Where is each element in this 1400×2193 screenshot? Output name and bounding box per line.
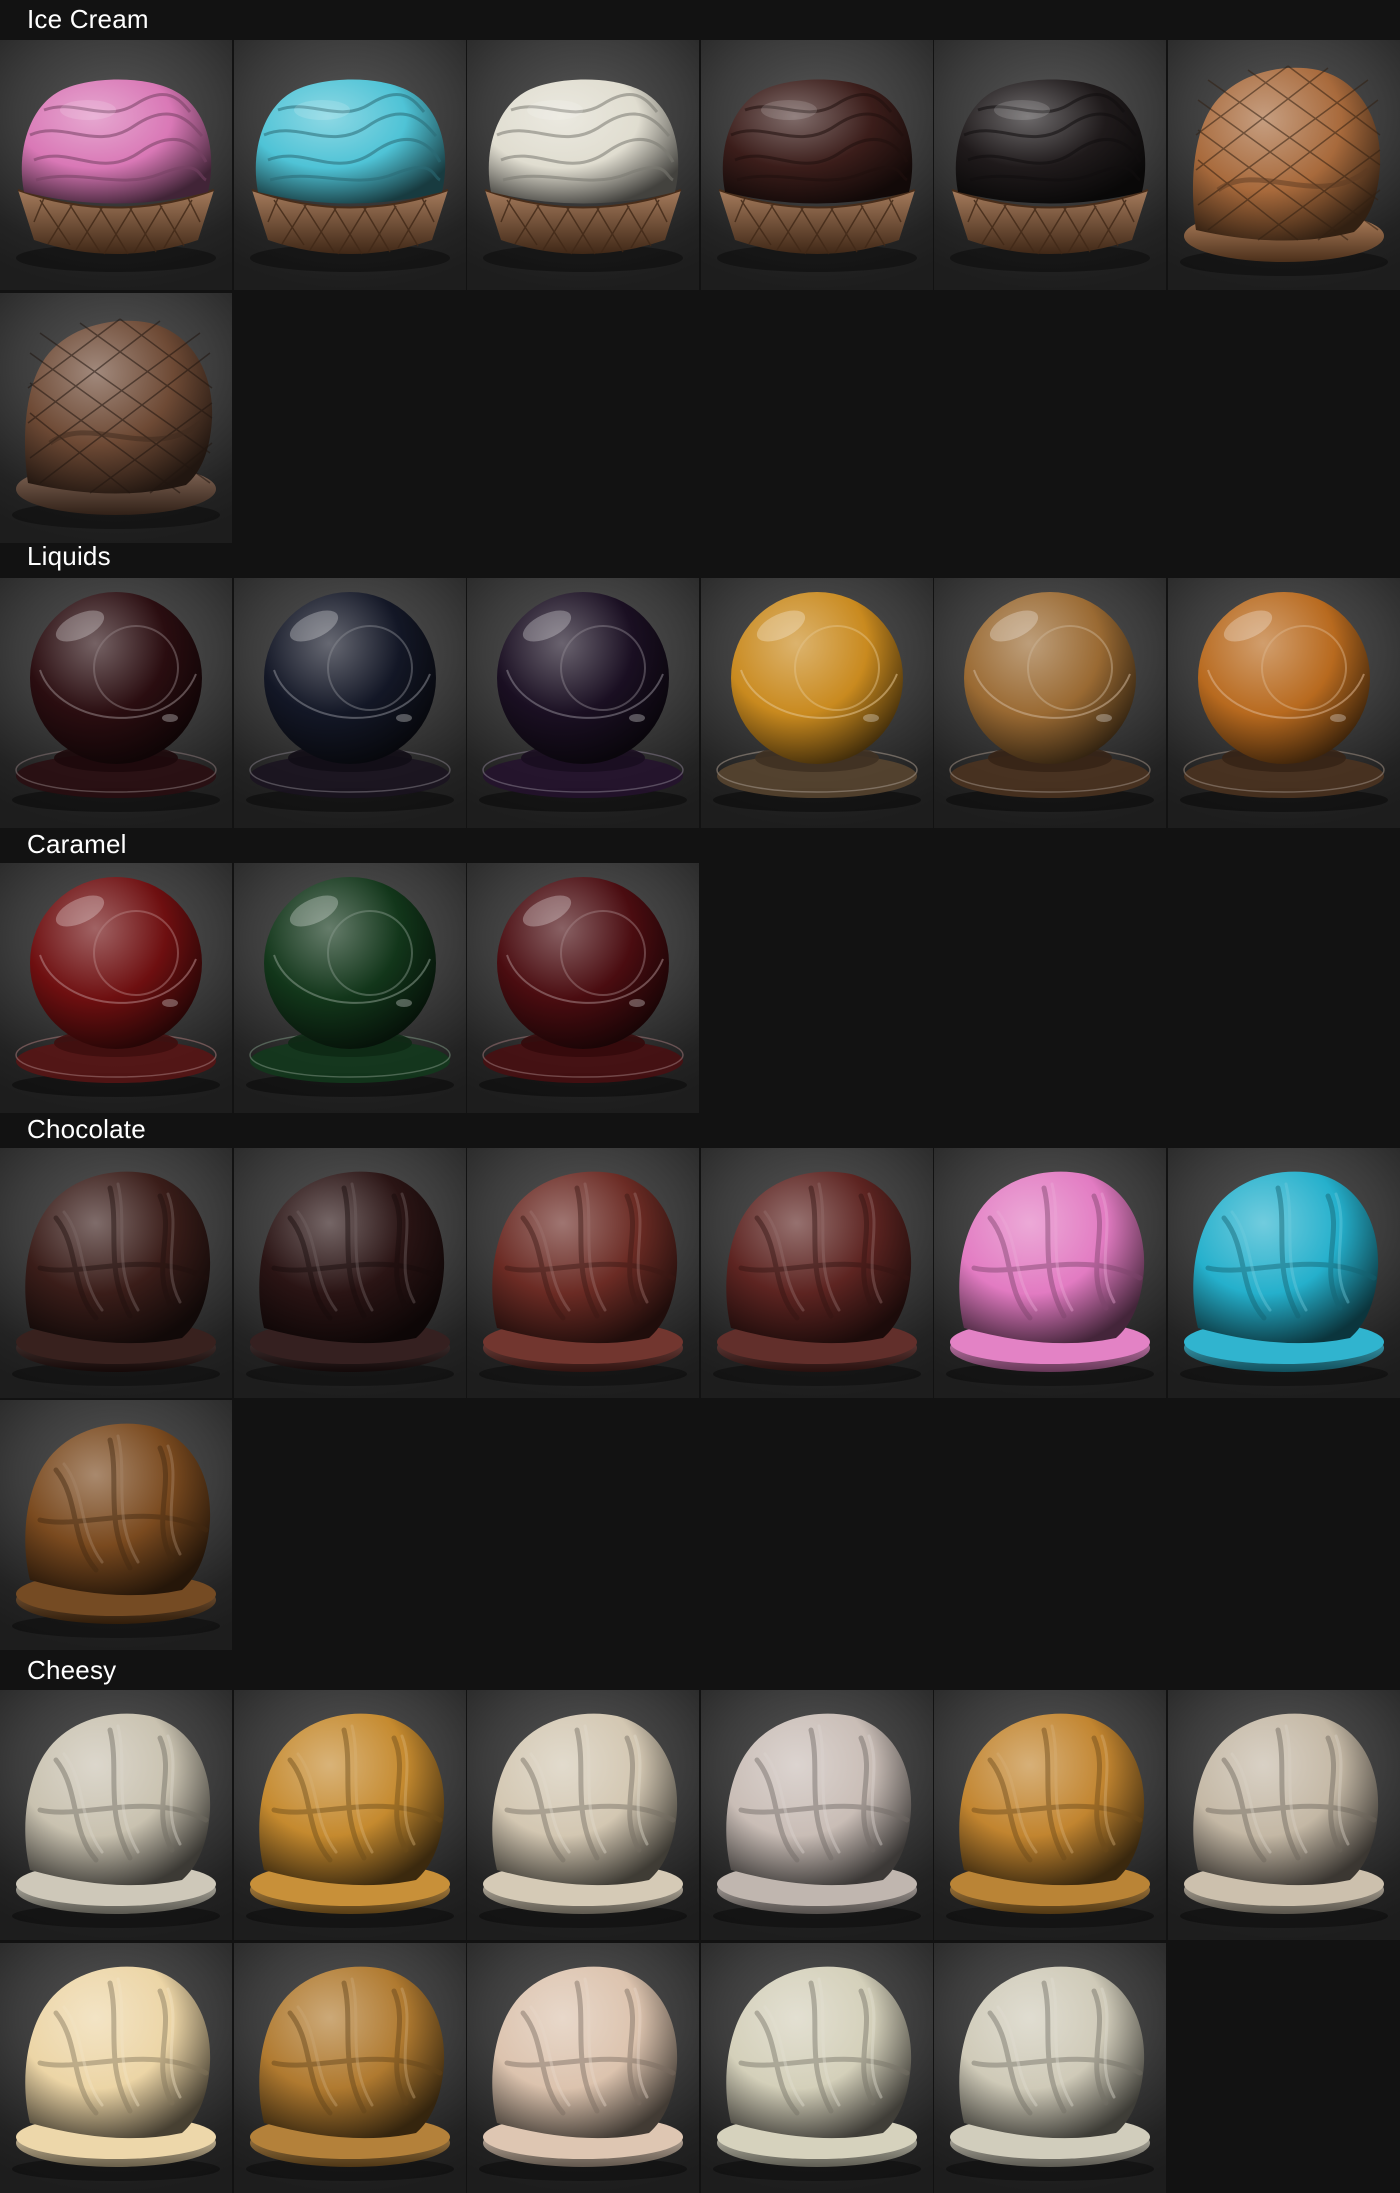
material-preview-render <box>946 1713 1154 1928</box>
material-swatch-liquids-2[interactable] <box>234 578 466 828</box>
material-swatch-ice-cream-1[interactable] <box>0 40 232 290</box>
material-preview-render <box>246 1966 454 2181</box>
material-preview-render <box>479 592 687 812</box>
material-swatch-ice-cream-2[interactable] <box>234 40 466 290</box>
material-preview-render <box>12 1713 220 1928</box>
material-preview-render <box>946 1966 1154 2181</box>
material-swatch-chocolate-5[interactable] <box>934 1148 1166 1398</box>
material-swatch-caramel-2[interactable] <box>234 863 466 1113</box>
material-preview-render <box>12 1966 220 2181</box>
material-preview-render <box>12 318 220 529</box>
material-swatch-cheesy-4[interactable] <box>701 1690 933 1940</box>
section-title-chocolate: Chocolate <box>27 1114 146 1144</box>
material-preview-render <box>246 877 454 1097</box>
material-preview-render <box>246 592 454 812</box>
material-library-sheet: Ice Cream Liquids Caramel Chocolate Chee… <box>0 0 1400 2193</box>
material-swatch-chocolate-6[interactable] <box>1168 1148 1400 1398</box>
material-preview-render <box>950 79 1150 272</box>
material-preview-render <box>483 79 683 272</box>
material-preview-render <box>246 1171 454 1386</box>
material-swatch-caramel-1[interactable] <box>0 863 232 1113</box>
material-swatch-liquids-1[interactable] <box>0 578 232 828</box>
material-preview-render <box>713 1171 921 1386</box>
material-swatch-chocolate-7[interactable] <box>0 1400 232 1650</box>
material-preview-render <box>1180 1171 1388 1386</box>
material-swatch-cheesy-11[interactable] <box>934 1943 1166 2193</box>
material-preview-render <box>1180 592 1388 812</box>
material-swatch-ice-cream-3[interactable] <box>467 40 699 290</box>
material-preview-render <box>713 592 921 812</box>
section-title-caramel: Caramel <box>27 829 127 859</box>
material-preview-render <box>1180 65 1388 276</box>
material-swatch-ice-cream-7[interactable] <box>0 293 232 543</box>
section-title-cheesy: Cheesy <box>27 1655 117 1685</box>
material-swatch-ice-cream-5[interactable] <box>934 40 1166 290</box>
material-swatch-cheesy-8[interactable] <box>234 1943 466 2193</box>
material-swatch-ice-cream-6[interactable] <box>1168 40 1400 290</box>
section-title-liquids: Liquids <box>27 541 111 571</box>
material-swatch-cheesy-5[interactable] <box>934 1690 1166 1940</box>
material-preview-render <box>479 877 687 1097</box>
section-title-ice-cream: Ice Cream <box>27 4 149 34</box>
material-swatch-chocolate-1[interactable] <box>0 1148 232 1398</box>
material-preview-render <box>246 1713 454 1928</box>
material-swatch-chocolate-2[interactable] <box>234 1148 466 1398</box>
material-preview-render <box>12 1423 220 1638</box>
material-preview-render <box>946 592 1154 812</box>
material-swatch-liquids-4[interactable] <box>701 578 933 828</box>
material-preview-render <box>479 1966 687 2181</box>
material-preview-render <box>16 79 216 272</box>
material-preview-render <box>1180 1713 1388 1928</box>
material-swatch-liquids-3[interactable] <box>467 578 699 828</box>
material-swatch-cheesy-9[interactable] <box>467 1943 699 2193</box>
material-swatch-chocolate-3[interactable] <box>467 1148 699 1398</box>
material-swatch-cheesy-6[interactable] <box>1168 1690 1400 1940</box>
material-swatch-liquids-5[interactable] <box>934 578 1166 828</box>
material-swatch-liquids-6[interactable] <box>1168 578 1400 828</box>
material-swatch-caramel-3[interactable] <box>467 863 699 1113</box>
material-swatch-cheesy-7[interactable] <box>0 1943 232 2193</box>
material-preview-render <box>12 1171 220 1386</box>
material-preview-render <box>250 79 450 272</box>
material-swatch-ice-cream-4[interactable] <box>701 40 933 290</box>
material-preview-render <box>12 592 220 812</box>
material-preview-render <box>946 1171 1154 1386</box>
material-preview-render <box>12 877 220 1097</box>
material-preview-render <box>479 1713 687 1928</box>
material-preview-render <box>479 1171 687 1386</box>
material-preview-render <box>713 1713 921 1928</box>
material-preview-render <box>713 1966 921 2181</box>
material-swatch-cheesy-2[interactable] <box>234 1690 466 1940</box>
material-swatch-cheesy-10[interactable] <box>701 1943 933 2193</box>
material-swatch-chocolate-4[interactable] <box>701 1148 933 1398</box>
material-preview-render <box>717 79 917 272</box>
material-swatch-cheesy-3[interactable] <box>467 1690 699 1940</box>
material-swatch-cheesy-1[interactable] <box>0 1690 232 1940</box>
